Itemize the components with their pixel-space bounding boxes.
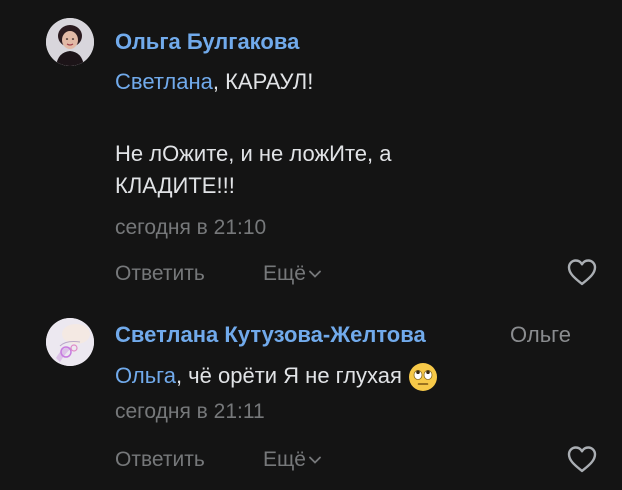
like-button[interactable] (566, 445, 598, 473)
comment-text: , чё орёти Я не глухая (175, 363, 402, 388)
comment-date[interactable]: сегодня в 21:10 (115, 216, 266, 240)
comment-text: , КАРАУЛ! (212, 69, 314, 94)
author-avatar[interactable] (46, 18, 94, 66)
more-button[interactable]: Ещё (263, 262, 321, 286)
reply-button[interactable]: Ответить (115, 262, 205, 286)
chevron-down-icon (309, 457, 321, 465)
comment-text-line: Не лОжите, и не ложИте, а (115, 141, 392, 166)
rolling-eyes-emoji-icon (408, 363, 437, 392)
heart-outline-icon (567, 259, 597, 286)
comment-item: Светлана Кутузова-Желтова Ольге Ольга, ч… (0, 300, 622, 490)
comment-text-line: КЛАДИТЕ!!! (115, 173, 235, 198)
heart-outline-icon (567, 446, 597, 473)
reply-button[interactable]: Ответить (115, 448, 205, 472)
comment-author[interactable]: Ольга Булгакова (115, 29, 299, 55)
more-button[interactable]: Ещё (263, 448, 321, 472)
like-button[interactable] (566, 258, 598, 286)
comment-item: Ольга Булгакова Светлана, КАРАУЛ! Не лОж… (0, 0, 622, 300)
more-label: Ещё (263, 448, 306, 471)
mention-link[interactable]: Светлана (115, 69, 213, 94)
comment-author[interactable]: Светлана Кутузова-Желтова (115, 322, 426, 348)
more-label: Ещё (263, 262, 306, 285)
author-avatar[interactable] (46, 318, 94, 366)
mention-link[interactable]: Ольга (115, 363, 176, 388)
comment-date[interactable]: сегодня в 21:11 (115, 400, 265, 424)
comment-text-line: Светлана, КАРАУЛ! (115, 66, 313, 98)
comment-text-line: Ольга, чё орёти Я не глухая (115, 360, 438, 392)
user-photo-avatar-icon (46, 318, 94, 366)
reply-to-user[interactable]: Ольге (510, 322, 571, 348)
user-photo-avatar-icon (46, 18, 94, 66)
chevron-down-icon (309, 271, 321, 279)
